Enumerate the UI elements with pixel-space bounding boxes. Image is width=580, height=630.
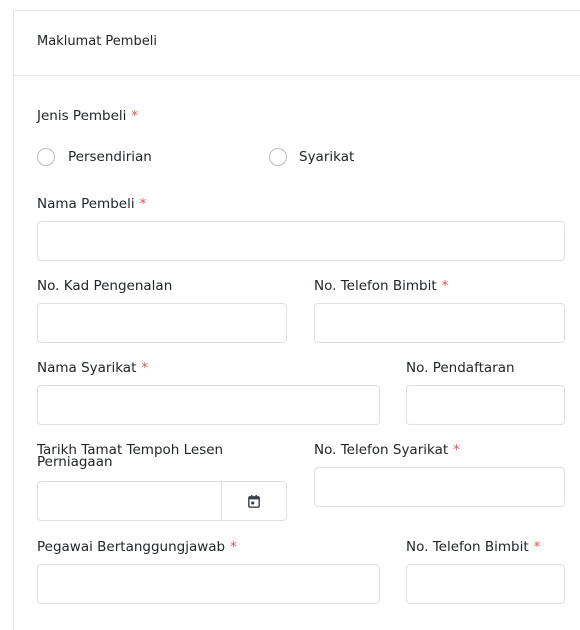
license-expiry-input[interactable] [38, 482, 222, 520]
calendar-icon [248, 494, 260, 508]
officer-mobile-label: No. Telefon Bimbit * [406, 539, 541, 555]
calendar-button[interactable] [222, 482, 286, 520]
officer-label: Pegawai Bertanggungjawab * [37, 539, 237, 555]
required-mark: * [141, 360, 149, 376]
required-mark: * [533, 539, 541, 555]
required-mark: * [453, 442, 460, 458]
ic-no-label: No. Kad Pengenalan [37, 278, 173, 294]
mobile-no-input[interactable] [314, 303, 565, 343]
required-mark: * [441, 278, 449, 294]
radio-syarikat[interactable] [269, 148, 287, 166]
mobile-no-label: No. Telefon Bimbit * [314, 278, 449, 294]
radio-persendirian[interactable] [37, 148, 55, 166]
registration-no-input[interactable] [406, 385, 565, 425]
company-name-input[interactable] [37, 385, 380, 425]
buyer-name-input[interactable] [37, 221, 565, 261]
radio-syarikat-label[interactable]: Syarikat [299, 149, 354, 165]
officer-input[interactable] [37, 564, 380, 604]
radio-persendirian-label[interactable]: Persendirian [68, 149, 152, 165]
license-expiry-datepicker [37, 481, 287, 521]
license-expiry-label: Tarikh Tamat Tempoh Lesen Perniagaan [37, 442, 224, 470]
required-mark: * [230, 539, 237, 555]
company-phone-input[interactable] [314, 467, 565, 507]
officer-mobile-input[interactable] [406, 564, 565, 604]
ic-no-input[interactable] [37, 303, 287, 343]
company-name-label: Nama Syarikat * [37, 360, 149, 376]
buyer-name-label: Nama Pembeli * [37, 196, 147, 212]
card-title: Maklumat Pembeli [37, 34, 157, 49]
registration-no-label: No. Pendaftaran [406, 360, 515, 376]
required-mark: * [131, 108, 139, 124]
company-phone-label: No. Telefon Syarikat * [314, 442, 460, 458]
required-mark: * [139, 196, 147, 212]
buyer-type-label: Jenis Pembeli * [37, 108, 139, 124]
